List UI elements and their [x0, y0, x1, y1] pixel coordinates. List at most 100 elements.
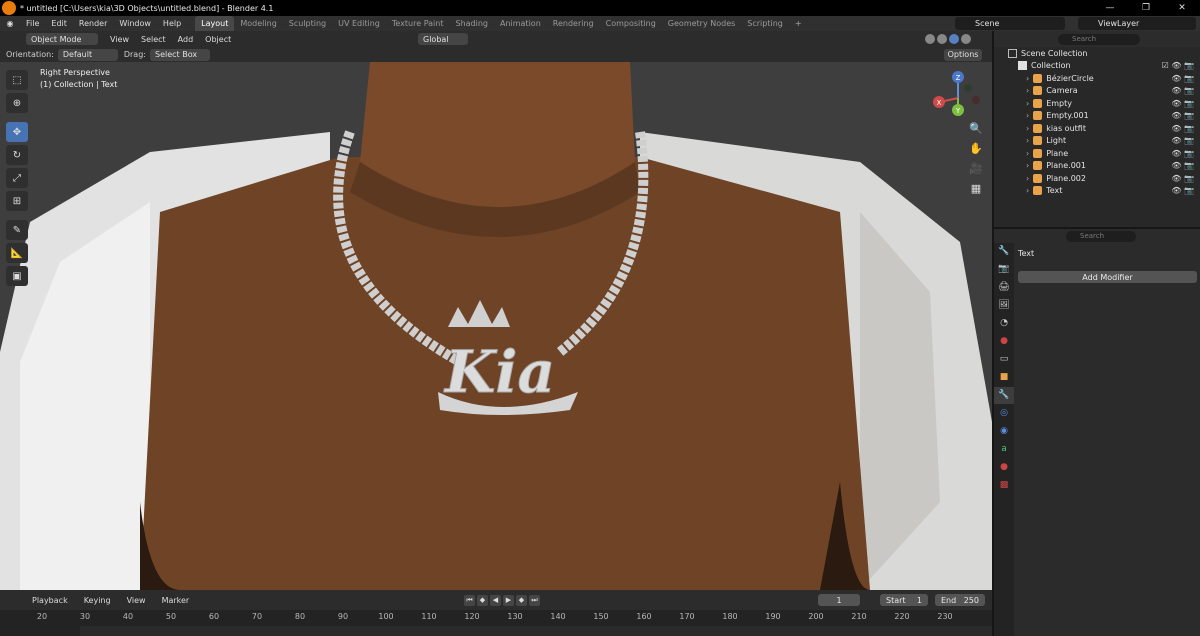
- orientation-dropdown[interactable]: Default: [57, 48, 118, 61]
- visibility-toggle-icon[interactable]: 👁 📷: [1171, 86, 1194, 95]
- menu-file[interactable]: File: [20, 19, 45, 28]
- camera-view-icon[interactable]: 🎥: [966, 162, 986, 180]
- start-frame-field[interactable]: Start 1: [880, 594, 928, 606]
- move-tool-icon[interactable]: ✥: [6, 122, 28, 142]
- visibility-toggle-icon[interactable]: 👁 📷: [1171, 174, 1194, 183]
- view-layer-tab-icon[interactable]: 🖼: [994, 297, 1014, 314]
- visibility-toggle-icon[interactable]: 👁 📷: [1171, 99, 1194, 108]
- ortho-grid-icon[interactable]: ▦: [966, 182, 986, 200]
- outliner-item[interactable]: › Light 👁 📷: [994, 135, 1200, 148]
- next-key-icon[interactable]: ◆: [516, 594, 527, 606]
- render-tab-icon[interactable]: 📷: [994, 261, 1014, 278]
- tab-shading[interactable]: Shading: [449, 16, 494, 31]
- expand-arrow-icon[interactable]: ›: [1026, 74, 1029, 83]
- add-cube-tool-icon[interactable]: ▣: [6, 266, 28, 286]
- object-tab-icon[interactable]: ■: [994, 369, 1014, 386]
- visibility-toggle-icon[interactable]: 👁 📷: [1171, 149, 1194, 158]
- visibility-toggle-icon[interactable]: 👁 📷: [1171, 111, 1194, 120]
- material-shading-icon[interactable]: [949, 34, 959, 44]
- menu-playback[interactable]: Playback: [24, 596, 76, 605]
- menu-window[interactable]: Window: [113, 19, 157, 28]
- play-icon[interactable]: ▶: [503, 594, 514, 606]
- expand-arrow-icon[interactable]: ›: [1026, 186, 1029, 195]
- maximize-button[interactable]: ❐: [1128, 0, 1164, 16]
- navigation-gizmo[interactable]: Z X Y: [930, 70, 986, 126]
- scene-tab-icon[interactable]: ◔: [994, 315, 1014, 332]
- material-tab-icon[interactable]: ●: [994, 459, 1014, 476]
- visibility-toggle-icon[interactable]: 👁 📷: [1171, 186, 1194, 195]
- close-button[interactable]: ✕: [1164, 0, 1200, 16]
- blender-menu-icon[interactable]: ◉: [0, 19, 20, 28]
- add-modifier-button[interactable]: Add Modifier: [1018, 271, 1197, 283]
- tab-animation[interactable]: Animation: [494, 16, 547, 31]
- properties-search[interactable]: Search: [1066, 230, 1136, 242]
- scale-tool-icon[interactable]: ⤢: [6, 168, 28, 188]
- 3d-viewport[interactable]: Kia Right Perspective (1) Collection | T…: [0, 62, 992, 590]
- expand-arrow-icon[interactable]: ›: [1026, 161, 1029, 170]
- particles-tab-icon[interactable]: ◎: [994, 405, 1014, 422]
- jump-start-icon[interactable]: ⏮: [464, 594, 475, 606]
- rendered-shading-icon[interactable]: [961, 34, 971, 44]
- tab-scripting[interactable]: Scripting: [741, 16, 789, 31]
- zoom-icon[interactable]: 🔍: [966, 122, 986, 140]
- menu-edit[interactable]: Edit: [45, 19, 73, 28]
- outliner-item[interactable]: › Empty 👁 📷: [994, 97, 1200, 110]
- tool-tab-icon[interactable]: 🔧: [994, 243, 1014, 260]
- modifier-tab-icon[interactable]: 🔧: [994, 387, 1014, 404]
- outliner-item[interactable]: › Camera 👁 📷: [994, 85, 1200, 98]
- outliner-search[interactable]: Search: [1058, 33, 1140, 45]
- physics-tab-icon[interactable]: ◉: [994, 423, 1014, 440]
- visibility-toggle-icon[interactable]: 👁 📷: [1171, 74, 1194, 83]
- collection-visibility[interactable]: ☑ 👁 📷: [1162, 61, 1194, 70]
- timeline-scrollbar[interactable]: [80, 626, 992, 636]
- outliner-item[interactable]: › Text 👁 📷: [994, 185, 1200, 198]
- outliner-item[interactable]: › Empty.001 👁 📷: [994, 110, 1200, 123]
- expand-arrow-icon[interactable]: ›: [1026, 111, 1029, 120]
- play-reverse-icon[interactable]: ◀: [490, 594, 501, 606]
- visibility-toggle-icon[interactable]: 👁 📷: [1171, 161, 1194, 170]
- add-workspace-button[interactable]: +: [789, 16, 808, 31]
- collection-tab-icon[interactable]: ▭: [994, 351, 1014, 368]
- object-mode-dropdown[interactable]: Object Mode: [26, 33, 98, 45]
- current-frame-field[interactable]: 1: [818, 594, 860, 606]
- rotate-tool-icon[interactable]: ↻: [6, 145, 28, 165]
- measure-tool-icon[interactable]: 📐: [6, 243, 28, 263]
- cursor-tool-icon[interactable]: ⊕: [6, 93, 28, 113]
- tab-layout[interactable]: Layout: [195, 16, 235, 31]
- menu-marker[interactable]: Marker: [154, 596, 198, 605]
- tab-geometry-nodes[interactable]: Geometry Nodes: [662, 16, 741, 31]
- options-button[interactable]: Options: [944, 48, 982, 61]
- outliner-item[interactable]: › Plane.001 👁 📷: [994, 160, 1200, 173]
- select-box-tool-icon[interactable]: ⬚: [6, 70, 28, 90]
- outliner-item[interactable]: › Plane.002 👁 📷: [994, 172, 1200, 185]
- tab-texture-paint[interactable]: Texture Paint: [386, 16, 450, 31]
- visibility-toggle-icon[interactable]: 👁 📷: [1171, 136, 1194, 145]
- expand-arrow-icon[interactable]: ›: [1026, 99, 1029, 108]
- prev-key-icon[interactable]: ◆: [477, 594, 488, 606]
- end-frame-field[interactable]: End 250: [935, 594, 985, 606]
- view-layer-selector[interactable]: ViewLayer: [1078, 17, 1196, 30]
- scene-selector[interactable]: Scene: [955, 17, 1065, 30]
- tab-modeling[interactable]: Modeling: [234, 16, 282, 31]
- jump-end-icon[interactable]: ⏭: [529, 594, 540, 606]
- outliner-item[interactable]: › kias outfit 👁 📷: [994, 122, 1200, 135]
- expand-arrow-icon[interactable]: ›: [1026, 174, 1029, 183]
- menu-object[interactable]: Object: [199, 35, 237, 44]
- pan-hand-icon[interactable]: ✋: [966, 142, 986, 160]
- expand-arrow-icon[interactable]: ›: [1026, 136, 1029, 145]
- tab-rendering[interactable]: Rendering: [547, 16, 600, 31]
- data-tab-icon[interactable]: a: [994, 441, 1014, 458]
- texture-tab-icon[interactable]: ▩: [994, 477, 1014, 494]
- visibility-toggle-icon[interactable]: 👁 📷: [1171, 124, 1194, 133]
- expand-arrow-icon[interactable]: ›: [1026, 86, 1029, 95]
- expand-arrow-icon[interactable]: ›: [1026, 124, 1029, 133]
- menu-view-timeline[interactable]: View: [119, 596, 154, 605]
- menu-select[interactable]: Select: [135, 35, 172, 44]
- timeline-ruler[interactable]: 20 30 40 50 60 70 80 90 100 110 120 130 …: [0, 610, 992, 636]
- expand-arrow-icon[interactable]: ›: [1026, 149, 1029, 158]
- world-tab-icon[interactable]: ●: [994, 333, 1014, 350]
- outliner-item[interactable]: › BézierCircle 👁 📷: [994, 72, 1200, 85]
- annotate-tool-icon[interactable]: ✎: [6, 220, 28, 240]
- transform-tool-icon[interactable]: ⊞: [6, 191, 28, 211]
- transform-orientation-dropdown[interactable]: Global: [418, 33, 468, 45]
